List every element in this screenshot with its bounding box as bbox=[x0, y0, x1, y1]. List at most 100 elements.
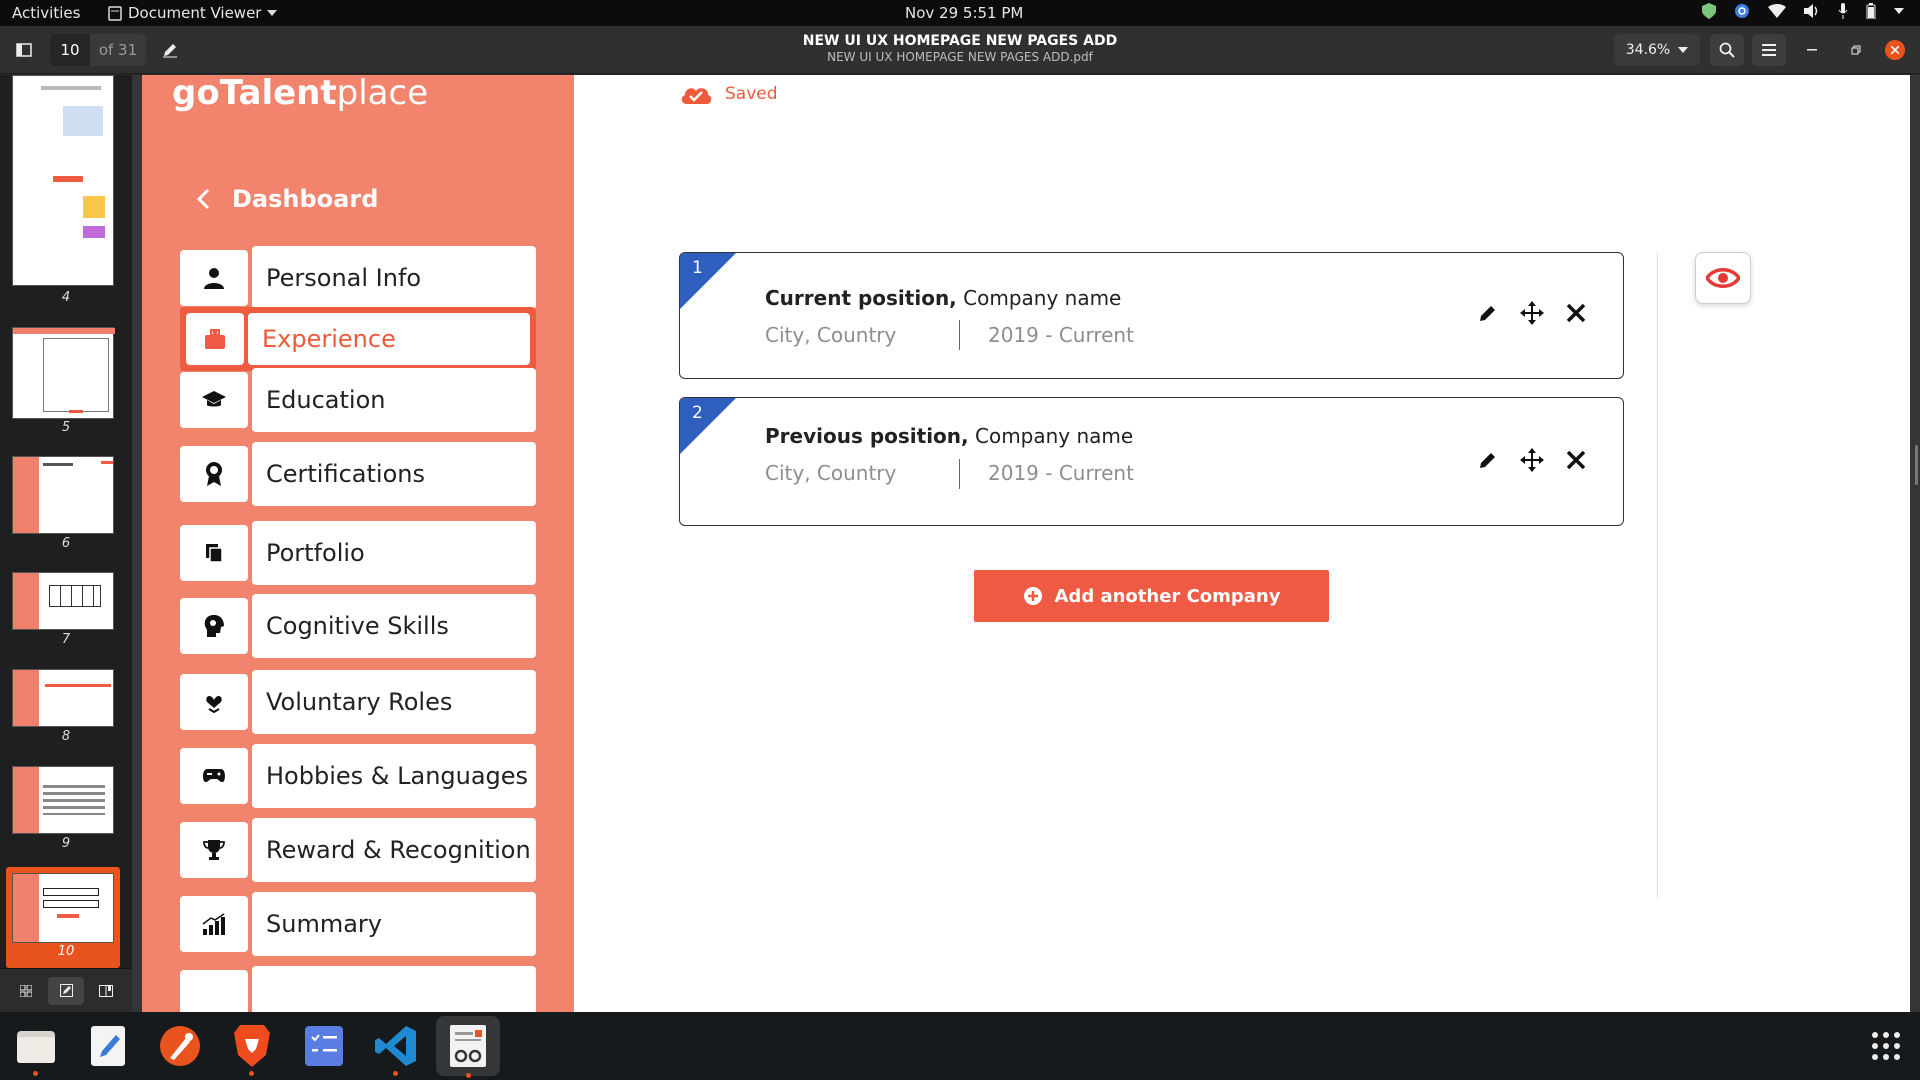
search-button[interactable] bbox=[1710, 34, 1744, 66]
delete-x-icon[interactable] bbox=[1566, 450, 1586, 470]
portfolio-icon bbox=[206, 544, 223, 563]
move-arrows-icon[interactable] bbox=[1520, 301, 1544, 325]
microphone-icon[interactable] bbox=[1838, 3, 1848, 19]
trophy-icon bbox=[203, 840, 225, 860]
menu-label: Experience bbox=[248, 313, 530, 365]
edit-pencil-icon[interactable] bbox=[1478, 303, 1498, 323]
page-thumbnail[interactable] bbox=[12, 75, 114, 286]
page-thumbnail[interactable] bbox=[12, 327, 115, 419]
grid-icon bbox=[20, 984, 32, 997]
shield-icon[interactable] bbox=[1702, 3, 1716, 19]
restore-button[interactable] bbox=[1844, 34, 1868, 66]
dock-tasks[interactable] bbox=[298, 1020, 350, 1072]
edit-pencil-icon[interactable] bbox=[1478, 450, 1498, 470]
menu-item-cognitive-skills[interactable]: Cognitive Skills bbox=[180, 594, 536, 658]
page-thumbnail[interactable] bbox=[12, 766, 114, 834]
menu-label: Cognitive Skills bbox=[252, 594, 536, 658]
brain-icon bbox=[204, 615, 224, 637]
experience-card[interactable]: 2 Previous position, Company name City, … bbox=[679, 397, 1624, 526]
app-menu[interactable]: Document Viewer bbox=[108, 4, 278, 22]
close-icon bbox=[1891, 46, 1899, 54]
system-tray[interactable] bbox=[1702, 3, 1904, 19]
activities-button[interactable]: Activities bbox=[12, 4, 80, 22]
main-menu-button[interactable] bbox=[1752, 34, 1786, 66]
volume-icon[interactable] bbox=[1804, 4, 1820, 18]
menu-item-reward-recognition[interactable]: Reward & Recognition bbox=[180, 818, 536, 882]
zoom-selector[interactable]: 34.6% bbox=[1614, 34, 1700, 66]
talentplace-logo: goTalentplace bbox=[172, 75, 428, 113]
divider bbox=[959, 459, 960, 489]
chevron-down-icon[interactable] bbox=[1894, 8, 1904, 14]
show-applications-button[interactable] bbox=[1860, 1020, 1912, 1072]
dock-document-viewer[interactable] bbox=[436, 1016, 500, 1078]
award-icon bbox=[206, 462, 222, 486]
profile-sidebar: goTalentplace Dashboard Personal Info Ex… bbox=[142, 75, 574, 1012]
preview-button[interactable] bbox=[1695, 252, 1751, 304]
heart-hand-icon bbox=[206, 695, 222, 713]
dock-brave[interactable] bbox=[226, 1020, 278, 1076]
menu-label: Portfolio bbox=[252, 521, 536, 585]
logo-go: go bbox=[172, 75, 220, 113]
wifi-icon[interactable] bbox=[1768, 4, 1786, 18]
thumbnail-number: 10 bbox=[57, 944, 75, 959]
experience-card[interactable]: 1 Current position, Company name City, C… bbox=[679, 252, 1624, 379]
location: City, Country bbox=[765, 323, 897, 347]
dock-text-editor[interactable] bbox=[82, 1020, 134, 1072]
folder-icon bbox=[17, 1031, 55, 1063]
dock-inkscape[interactable] bbox=[154, 1020, 206, 1072]
page-thumbnail-active[interactable] bbox=[12, 873, 114, 943]
dock-vscode[interactable] bbox=[370, 1020, 422, 1076]
annotations-view-button[interactable] bbox=[48, 976, 84, 1005]
briefcase-icon bbox=[205, 329, 225, 349]
thumbnail-number: 6 bbox=[61, 536, 71, 551]
menu-item-voluntary-roles[interactable]: Voluntary Roles bbox=[180, 670, 536, 734]
location: City, Country bbox=[765, 461, 897, 485]
battery-icon[interactable] bbox=[1866, 3, 1876, 19]
vpn-icon[interactable] bbox=[1734, 3, 1750, 19]
thumbnails-view-button[interactable] bbox=[8, 977, 44, 1005]
menu-item-experience[interactable]: Experience bbox=[180, 307, 536, 371]
gamepad-icon bbox=[203, 769, 225, 783]
page-thumbnail[interactable] bbox=[12, 572, 114, 630]
document-view[interactable]: goTalentplace Dashboard Personal Info Ex… bbox=[132, 75, 1920, 1012]
menu-item-partial[interactable] bbox=[180, 966, 536, 1012]
thumbnail-sidebar: 4 5 6 7 8 9 10 bbox=[0, 75, 132, 1012]
zoom-value: 34.6% bbox=[1625, 42, 1671, 58]
thumbnail-list[interactable]: 4 5 6 7 8 9 10 bbox=[0, 75, 132, 968]
vertical-scrollbar[interactable] bbox=[1915, 445, 1918, 485]
menu-label: Personal Info bbox=[252, 246, 536, 310]
company-name: Company name bbox=[956, 286, 1122, 310]
move-arrows-icon[interactable] bbox=[1520, 448, 1544, 472]
position-name: Previous position, bbox=[765, 424, 969, 448]
menu-item-education[interactable]: Education bbox=[180, 368, 536, 432]
bookmarks-view-button[interactable] bbox=[88, 977, 124, 1005]
menu-item-certifications[interactable]: Certifications bbox=[180, 442, 536, 506]
hamburger-menu-icon bbox=[1762, 44, 1776, 56]
chevron-down-icon bbox=[267, 10, 278, 16]
add-company-button[interactable]: Add another Company bbox=[974, 570, 1329, 622]
dock bbox=[0, 1012, 1920, 1080]
page-thumbnail[interactable] bbox=[12, 456, 114, 534]
close-button[interactable] bbox=[1885, 40, 1905, 60]
menu-label: Certifications bbox=[252, 442, 536, 506]
menu-item-personal-info[interactable]: Personal Info bbox=[180, 246, 536, 310]
dock-files[interactable] bbox=[10, 1020, 62, 1076]
page-thumbnail[interactable] bbox=[12, 669, 114, 727]
menu-label: Hobbies & Languages bbox=[252, 744, 536, 808]
menu-label: Summary bbox=[252, 892, 536, 956]
menu-item-summary[interactable]: Summary bbox=[180, 892, 536, 956]
card-actions bbox=[1478, 448, 1586, 472]
dashboard-back-link[interactable]: Dashboard bbox=[196, 185, 378, 213]
clock[interactable]: Nov 29 5:51 PM bbox=[905, 4, 1023, 22]
menu-label: Reward & Recognition bbox=[252, 818, 536, 882]
divider bbox=[959, 320, 960, 350]
saved-status: Saved bbox=[679, 83, 778, 105]
header-bar: 10 of 31 NEW UI UX HOMEPAGE NEW PAGES AD… bbox=[0, 26, 1920, 74]
plus-circle-icon bbox=[1023, 587, 1042, 605]
graduation-cap-icon bbox=[202, 391, 226, 407]
menu-item-portfolio[interactable]: Portfolio bbox=[180, 521, 536, 585]
sidebar-view-switcher bbox=[0, 968, 132, 1012]
minimize-button[interactable] bbox=[1800, 34, 1824, 66]
delete-x-icon[interactable] bbox=[1566, 303, 1586, 323]
menu-item-hobbies-languages[interactable]: Hobbies & Languages bbox=[180, 744, 536, 808]
